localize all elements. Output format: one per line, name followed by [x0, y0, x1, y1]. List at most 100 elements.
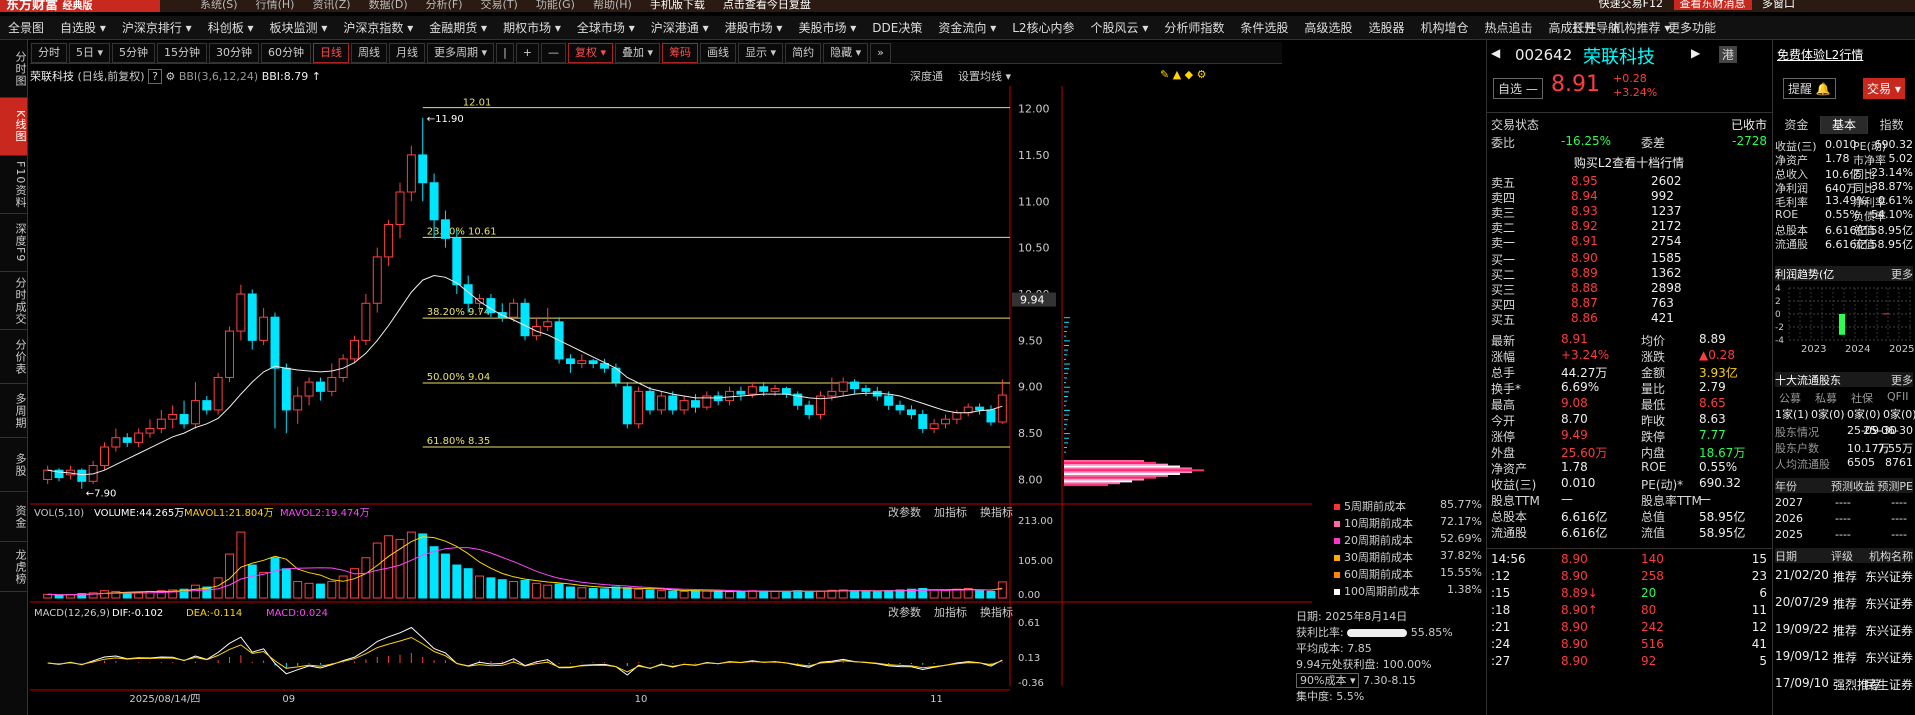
nav-item[interactable]: 全球市场 ▾	[569, 16, 643, 39]
nav-item[interactable]: 选股器	[1360, 16, 1412, 39]
nav-item[interactable]: 沪深京排行 ▾	[114, 16, 200, 39]
volume-bar	[725, 591, 735, 599]
review-link[interactable]: 点击查看今日复盘	[723, 0, 811, 11]
more-link[interactable]: 更多	[1891, 266, 1913, 282]
rating-row[interactable]: 19/09/12 推荐 东兴证券	[1775, 649, 1913, 665]
top-menu-item[interactable]: 分析(F)	[426, 0, 463, 11]
top-menu-item[interactable]: 功能(G)	[536, 0, 575, 11]
macd-button[interactable]: 加指标	[934, 605, 967, 619]
toolbar-button[interactable]: |	[496, 43, 514, 63]
trade-button[interactable]: 交易 ▾	[1863, 78, 1905, 99]
top-menu-item[interactable]: 系统(S)	[200, 0, 238, 11]
side-tab[interactable]: 分时成交	[0, 272, 27, 330]
free-l2-link[interactable]: 免费体验L2行情	[1777, 46, 1863, 63]
side-tab[interactable]: 多周期	[0, 384, 27, 438]
side-tab[interactable]: F10资料	[0, 156, 27, 214]
nav-item[interactable]: 沪深港通 ▾	[643, 16, 717, 39]
toolbar-button[interactable]: 60分钟	[261, 43, 312, 63]
nav-item[interactable]: 分析师指数	[1156, 16, 1232, 39]
toolbar-button[interactable]: »	[870, 43, 891, 63]
toolbar-button[interactable]: +	[515, 43, 539, 63]
toolbar-button[interactable]: —	[541, 43, 566, 63]
nav-item[interactable]: 期权市场 ▾	[495, 16, 569, 39]
watchlist-button[interactable]: 自选 —	[1493, 78, 1543, 99]
l2-buy-link[interactable]: 购买L2查看十档行情	[1574, 156, 1684, 170]
nav-item[interactable]: 个股风云 ▾	[1083, 16, 1157, 39]
side-tab[interactable]: 资金	[0, 492, 27, 542]
nav-item[interactable]: DDE决策	[864, 16, 930, 39]
toolbar-button[interactable]: 周线	[351, 43, 388, 63]
side-tab[interactable]: 分价表	[0, 330, 27, 384]
nav-item[interactable]: 热点追击	[1476, 16, 1540, 39]
kline-chart[interactable]: 12.0011.5011.0010.5010.009.509.008.508.0…	[30, 86, 1312, 706]
top-menu-item[interactable]: 帮助(H)	[593, 0, 632, 11]
nav-item[interactable]: 科创板 ▾	[200, 16, 262, 39]
top-right-links[interactable]: 快速交易F12 查看东财消息 多窗口	[1599, 0, 1795, 11]
next-stock-icon[interactable]: ▶	[1691, 46, 1700, 60]
ma-settings[interactable]: 设置均线 ▾	[958, 68, 1011, 84]
toolbar-button[interactable]: 显示 ▾	[738, 43, 784, 63]
deep-link[interactable]: 深度通	[910, 68, 943, 84]
nav-item[interactable]: 机构增仓	[1412, 16, 1476, 39]
nav-item[interactable]: 自选股 ▾	[52, 16, 114, 39]
hk-tag[interactable]: 港	[1719, 46, 1738, 63]
toolbar-button[interactable]: 5日 ▾	[69, 43, 111, 63]
macd-button[interactable]: 换指标	[980, 605, 1013, 619]
nav-item[interactable]: 港股市场 ▾	[717, 16, 791, 39]
toolbar-button[interactable]: 画线	[700, 43, 737, 63]
rating-row[interactable]: 20/07/29 推荐 东兴证券	[1775, 595, 1913, 611]
side-tab[interactable]: 分时图	[0, 40, 27, 98]
nav-item[interactable]: L2核心内参	[1004, 16, 1082, 39]
side-tab[interactable]: 多股	[0, 438, 27, 492]
side-tab[interactable]: 龙虎榜	[0, 542, 27, 592]
top-menu-item[interactable]: 交易(T)	[481, 0, 518, 11]
toolbar-button[interactable]: 筹码	[662, 43, 699, 63]
gear-icon[interactable]: ⚙	[165, 70, 175, 83]
side-tab[interactable]: K线图	[0, 98, 27, 156]
rating-row[interactable]: 19/09/22 推荐 东兴证券	[1775, 622, 1913, 638]
more-link[interactable]: 更多	[1891, 372, 1913, 388]
toolbar-button[interactable]: 叠加 ▾	[615, 43, 661, 63]
vol-button[interactable]: 加指标	[934, 505, 967, 519]
cost-select[interactable]: 90%成本 ▾	[1296, 673, 1360, 688]
toolbar-button[interactable]: 分时	[31, 43, 67, 63]
mobile-download-link[interactable]: 手机版下载	[650, 0, 705, 11]
toolbar-button[interactable]: 15分钟	[157, 43, 208, 63]
nav-item[interactable]: 条件选股	[1232, 16, 1296, 39]
quote-row: 换手* 6.69% 量比 2.79	[1491, 380, 1767, 396]
draw-tools-icon[interactable]: ✎ ▲ ◆ ⚙	[1160, 68, 1207, 81]
nav-item[interactable]: 资金流向 ▾	[930, 16, 1004, 39]
vol-button[interactable]: 改参数	[888, 505, 921, 519]
toolbar-button[interactable]: 复权 ▾	[568, 43, 614, 63]
nav-item[interactable]: 打开导航	[1564, 16, 1628, 39]
f10-tab[interactable]: 资金	[1773, 116, 1821, 134]
nav-item[interactable]: 美股市场 ▾	[790, 16, 864, 39]
nav-item[interactable]: 全景图	[0, 16, 52, 39]
top-menu-item[interactable]: 资讯(Z)	[312, 0, 350, 11]
toolbar-button[interactable]: 5分钟	[112, 43, 156, 63]
toolbar-button[interactable]: 月线	[389, 43, 426, 63]
nav-item[interactable]: 金融期货 ▾	[421, 16, 495, 39]
prev-stock-icon[interactable]: ◀	[1491, 46, 1500, 60]
nav-item[interactable]: 板块监测 ▾	[262, 16, 336, 39]
nav-item[interactable]: 更多功能	[1660, 16, 1724, 39]
macd-button[interactable]: 改参数	[888, 605, 921, 619]
toolbar-button[interactable]: 更多周期 ▾	[427, 43, 495, 63]
rating-row[interactable]: 17/09/10 强烈推荐 民生证券	[1775, 676, 1913, 692]
help-button[interactable]: ?	[148, 69, 162, 84]
toolbar-button[interactable]: 日线	[313, 43, 350, 63]
side-tab[interactable]: 深度F9	[0, 214, 27, 272]
nav-item[interactable]: 沪深京指数 ▾	[335, 16, 421, 39]
stat-label: 总值	[1641, 510, 1666, 524]
alert-button[interactable]: 提醒 🔔	[1783, 78, 1836, 99]
toolbar-button[interactable]: 30分钟	[209, 43, 260, 63]
rating-row[interactable]: 21/02/20 推荐 东兴证券	[1775, 568, 1913, 584]
top-menu-item[interactable]: 行情(H)	[256, 0, 295, 11]
toolbar-button[interactable]: 隐藏 ▾	[823, 43, 869, 63]
top-menu-item[interactable]: 数据(D)	[369, 0, 408, 11]
nav-item[interactable]: 高级选股	[1296, 16, 1360, 39]
f10-tab[interactable]: 基本	[1820, 116, 1869, 134]
toolbar-button[interactable]: 简约	[785, 43, 822, 63]
f10-tab[interactable]: 指数	[1868, 116, 1915, 134]
vol-button[interactable]: 换指标	[980, 505, 1013, 519]
